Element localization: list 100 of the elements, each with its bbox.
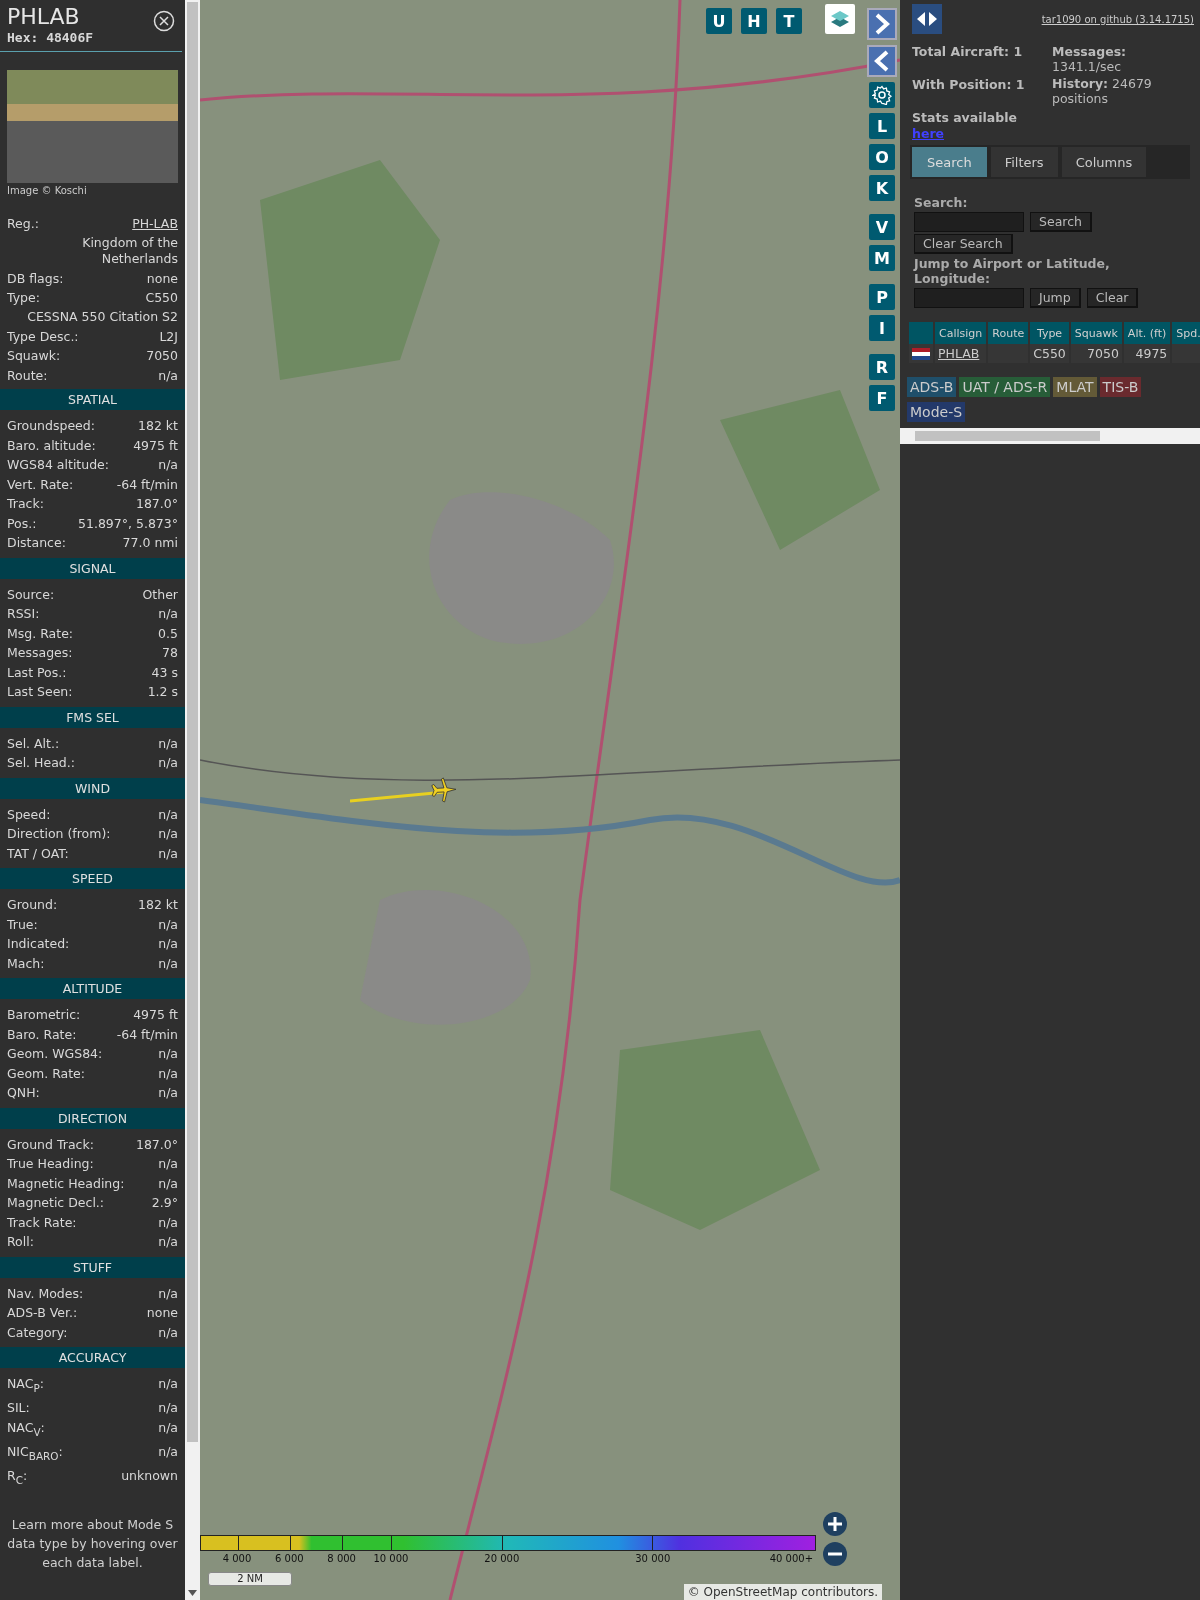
column-header[interactable]: Route <box>988 322 1029 344</box>
source-tag: TIS-B <box>1099 377 1142 397</box>
clear-search-button[interactable]: Clear Search <box>914 234 1013 254</box>
field-label: Vert. Rate: <box>7 475 74 494</box>
field-label: Type Desc.: <box>7 327 79 346</box>
field-value: n/a <box>158 1442 178 1461</box>
field-value: n/a <box>158 954 178 973</box>
map-toggle-button[interactable]: U <box>706 8 732 34</box>
scrollbar[interactable] <box>900 428 1200 444</box>
field-value: 2.9° <box>151 1194 178 1212</box>
plus-icon <box>827 1516 843 1532</box>
table-cell: C550 <box>1030 344 1069 363</box>
airplane-icon[interactable] <box>428 775 458 805</box>
field-label: R$_{C}$: <box>7 1466 28 1487</box>
map-toggle-button[interactable]: L <box>869 113 895 139</box>
search-button[interactable]: Search <box>1030 212 1092 232</box>
field-value: -64 ft/min <box>116 475 178 494</box>
field-value: 7050 <box>146 347 178 365</box>
column-header[interactable]: Alt. (ft) <box>1123 322 1171 344</box>
section-header: SPEED <box>0 868 185 889</box>
registration-link[interactable]: PH-LAB <box>132 214 178 234</box>
field-value: unknown <box>121 1466 178 1485</box>
map-toggle-button[interactable]: I <box>869 315 895 341</box>
tab[interactable]: Columns <box>1061 147 1147 177</box>
altitude-tick-label: 8 000 <box>327 1553 356 1564</box>
field-value: none <box>146 1304 178 1322</box>
field-label: QNH: <box>7 1084 40 1102</box>
section-header: FMS SEL <box>0 706 185 728</box>
layers-button[interactable] <box>825 4 855 34</box>
chevron-left-icon <box>874 50 890 72</box>
aircraft-callsign: PHLAB <box>7 4 81 30</box>
jump-button[interactable]: Jump <box>1030 288 1081 308</box>
section-header: STUFF <box>0 1256 185 1278</box>
map-toggle-button[interactable]: V <box>869 214 895 240</box>
field-value: n/a <box>158 1084 178 1102</box>
field-label: RSSI: <box>7 605 40 623</box>
field-label: Msg. Rate: <box>7 624 74 643</box>
field-value: 187.0° <box>135 1135 178 1154</box>
field-label: ADS-B Ver.: <box>7 1304 78 1322</box>
altitude-tick-label: 20 000 <box>484 1553 520 1564</box>
altitude-tick-label: 6 000 <box>275 1553 304 1564</box>
field-value: C550 <box>145 289 178 307</box>
column-header[interactable]: Squawk <box>1070 322 1122 344</box>
tab[interactable]: Filters <box>990 147 1058 177</box>
field-label: Mach: <box>7 954 45 973</box>
source-tag: Mode-S <box>907 402 966 422</box>
field-label: Ground: <box>7 896 58 914</box>
source-tag: ADS-B <box>907 377 957 397</box>
search-field[interactable] <box>914 212 1024 232</box>
field-label: Squawk: <box>7 347 61 365</box>
field-value: n/a <box>158 935 178 953</box>
map-toggle-button[interactable]: T <box>776 8 802 34</box>
field-value: CESSNA 550 Citation S2 <box>26 307 178 326</box>
map-toggle-button[interactable]: F <box>869 385 895 411</box>
field-label: True Heading: <box>7 1155 94 1173</box>
field-value: n/a <box>158 1375 178 1393</box>
field-value: 0.5 <box>158 624 178 643</box>
previous-button[interactable] <box>867 45 897 77</box>
flag-icon <box>912 347 930 360</box>
clear-button[interactable]: Clear <box>1086 288 1139 308</box>
field-value: n/a <box>158 1064 178 1083</box>
column-header[interactable]: Spd. <box>1172 322 1200 344</box>
field-label: Baro. Rate: <box>7 1025 77 1044</box>
field-label: SIL: <box>7 1399 30 1417</box>
field-label: Direction (from): <box>7 825 111 843</box>
map-attribution: © OpenStreetMap contributors. <box>683 1584 882 1600</box>
field-value: n/a <box>158 605 178 623</box>
photo-credit: Image © Koschi <box>6 184 88 196</box>
scale-bar: 2 NM <box>208 1572 292 1586</box>
stat-text: Total Aircraft: 1 <box>912 44 1024 60</box>
scroll-down-icon[interactable] <box>188 1590 197 1596</box>
field-value: 4975 ft <box>133 436 178 455</box>
close-icon[interactable] <box>153 10 175 32</box>
map-toggle-button[interactable]: M <box>869 245 895 271</box>
field-label: Ground Track: <box>7 1135 94 1154</box>
field-value: -64 ft/min <box>116 1025 178 1044</box>
field-value: 43 s <box>151 663 178 682</box>
section-header: SIGNAL <box>0 557 185 579</box>
field-label: Magnetic Decl.: <box>7 1194 105 1212</box>
jump-label: Jump to Airport or Latitude, Longitude: <box>914 256 1111 286</box>
scrollbar[interactable] <box>185 0 200 1600</box>
map-toggle-button[interactable]: O <box>869 144 895 170</box>
left-right-arrows-icon <box>916 12 938 26</box>
field-value: 4975 ft <box>133 1006 178 1024</box>
toggle-sidebar-button[interactable] <box>912 4 942 34</box>
column-header[interactable]: Callsign <box>935 322 987 344</box>
stat-text: With Position: 1 <box>912 77 1026 93</box>
github-link[interactable]: tar1090 on github (3.14.1715) <box>1041 14 1194 25</box>
map-toggle-button[interactable]: H <box>741 8 767 34</box>
column-header[interactable]: Type <box>1030 322 1069 344</box>
settings-button[interactable] <box>869 82 895 108</box>
map-toggle-button[interactable]: K <box>869 175 895 201</box>
field-label: Roll: <box>7 1233 34 1251</box>
field-label: Distance: <box>7 534 66 552</box>
map-toggle-button[interactable]: R <box>869 354 895 380</box>
field-value: n/a <box>158 1155 178 1173</box>
callsign-link[interactable]: PHLAB <box>935 344 987 363</box>
next-button[interactable] <box>867 8 897 40</box>
jump-field[interactable] <box>914 288 1024 308</box>
map-toggle-button[interactable]: P <box>869 284 895 310</box>
